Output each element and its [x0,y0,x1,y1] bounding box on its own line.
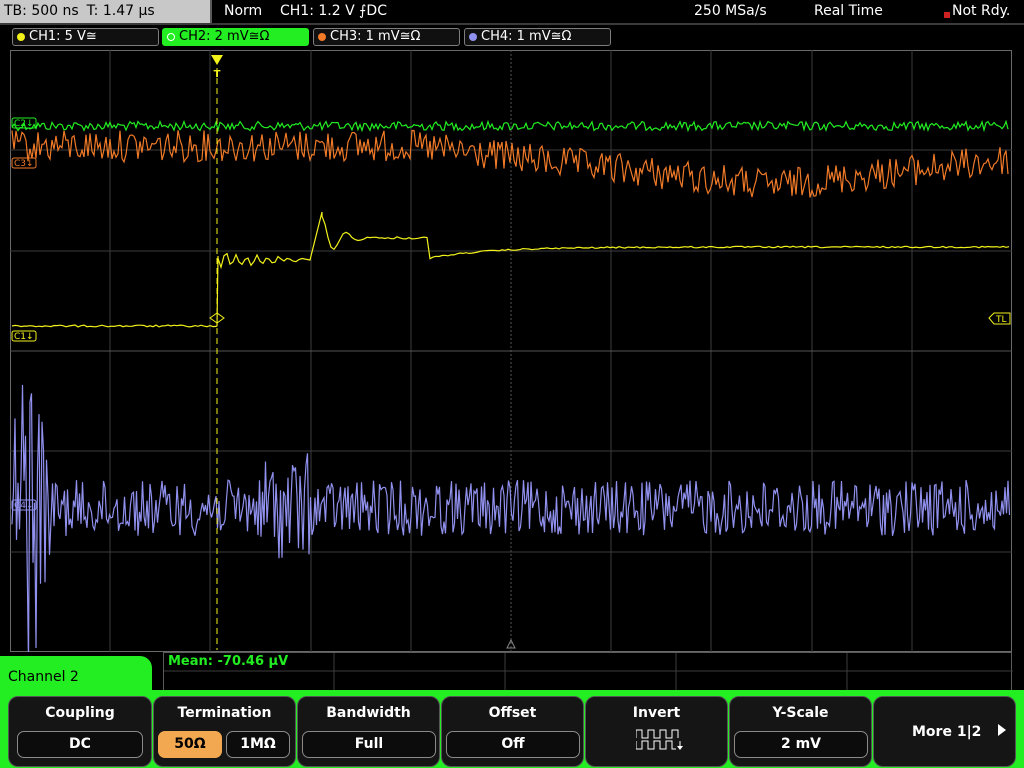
offset-softkey[interactable]: Offset Off [441,696,584,767]
tab-ch2[interactable]: CH2: 2 mV≅Ω [162,28,309,46]
trigger-position-marker-icon [211,55,223,65]
termination-title: Termination [177,705,272,721]
ch2-trace [11,119,1009,133]
ch3-dot-icon [318,33,326,41]
mean-measurement: Mean: -70.46 µV [168,654,289,669]
tab-ch3[interactable]: CH3: 1 mV≅Ω [313,28,460,46]
termination-50ohm-option[interactable]: 50Ω [158,731,222,758]
yscale-value[interactable]: 2 mV [734,731,868,758]
ch4-dot-icon [469,33,477,41]
ch3-marker-label: C3↓ [14,159,34,169]
coupling-value[interactable]: DC [17,731,143,758]
waveform-canvas: T C2↓ C3↓ C1↓ C4↓ TL [10,50,1012,652]
ch2-marker-label: C2↓ [14,119,34,129]
ch1-dot-icon [17,33,25,41]
more-softkey[interactable]: More 1|2 [873,696,1016,767]
invert-title: Invert [632,705,681,721]
trigger-level-label: TL [995,315,1007,325]
status-divider [0,23,1024,25]
termination-softkey[interactable]: Termination 50Ω 1MΩ [153,696,296,767]
ch2-dot-icon [167,33,175,41]
tab-ch4-label: CH4: 1 mV≅Ω [481,29,572,44]
next-arrow-icon [998,724,1006,736]
acquisition-mode: Real Time [814,3,883,19]
ch1-trace [11,211,1010,328]
yscale-title: Y-Scale [772,705,829,721]
coupling-title: Coupling [45,705,115,721]
trigger-time-value: T: 1.47 µs [86,3,155,19]
offset-value[interactable]: Off [446,731,580,758]
tab-ch3-label: CH3: 1 mV≅Ω [330,29,421,44]
offset-title: Offset [488,705,537,721]
menu-title: Channel 2 [8,669,79,685]
yscale-softkey[interactable]: Y-Scale 2 mV [729,696,872,767]
trigger-mode[interactable]: Norm [224,0,262,23]
tab-ch2-label: CH2: 2 mV≅Ω [179,29,270,44]
bandwidth-softkey[interactable]: Bandwidth Full [297,696,440,767]
timebase-value: TB: 500 ns [4,3,79,19]
invert-softkey[interactable]: Invert [585,696,728,767]
invert-waveform-icon [636,729,683,750]
bandwidth-value[interactable]: Full [302,731,436,758]
ch4-marker-label: C4↓ [14,501,34,511]
acquisition-state: Not Rdy. [952,3,1011,19]
coupling-softkey[interactable]: Coupling DC [8,696,152,767]
ch1-marker-label: C1↓ [14,332,34,342]
trigger-info[interactable]: CH1: 1.2 V ⨍DC [280,0,387,23]
tab-ch1[interactable]: CH1: 5 V≅ [12,28,159,46]
bandwidth-title: Bandwidth [326,705,411,721]
trigger-pos-label: T [214,69,221,80]
measurement-bar [163,652,1013,693]
tab-ch1-label: CH1: 5 V≅ [29,29,97,44]
timebase-box[interactable]: TB: 500 ns T: 1.47 µs [0,0,212,23]
sample-rate: 250 MSa/s [694,3,767,19]
state-indicator-icon [944,12,950,18]
termination-1mohm-option[interactable]: 1MΩ [226,731,290,758]
ch3-trace [11,129,1009,198]
more-label: More 1|2 [912,724,982,740]
tab-ch4[interactable]: CH4: 1 mV≅Ω [464,28,611,46]
